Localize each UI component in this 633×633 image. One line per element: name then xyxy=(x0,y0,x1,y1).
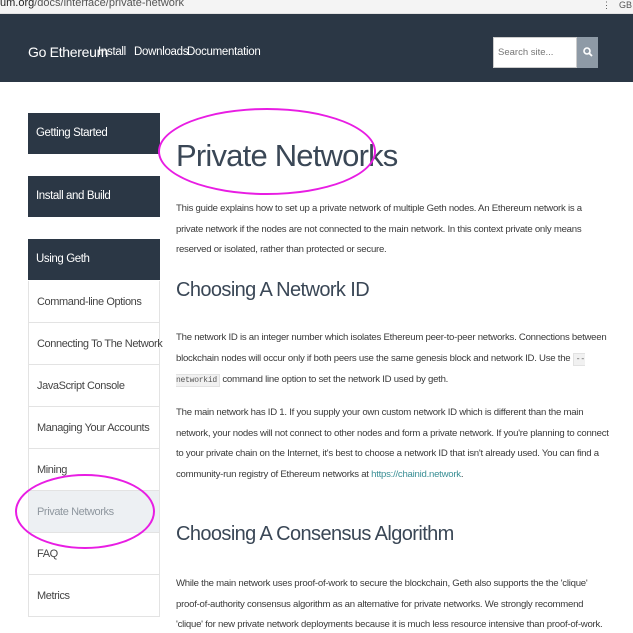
sidebar-item-mining[interactable]: Mining xyxy=(29,449,159,491)
browser-url-bar[interactable]: um.org/docs/interface/private-network ⋮ … xyxy=(0,0,633,14)
sidebar-item-connecting[interactable]: Connecting To The Network xyxy=(29,323,163,365)
sidebar-section-install-build[interactable]: Install and Build xyxy=(28,176,160,217)
sidebar-section-using-geth[interactable]: Using Geth xyxy=(28,239,160,280)
menu-icon[interactable]: ⋮ xyxy=(602,0,611,11)
sidebar-item-managing-accounts[interactable]: Managing Your Accounts xyxy=(29,407,159,449)
brand-logo-link[interactable]: Go Ethereum xyxy=(28,44,108,60)
sidebar-item-command-line-options[interactable]: Command-line Options xyxy=(29,281,159,323)
heading-consensus: Choosing A Consensus Algorithm xyxy=(176,523,454,545)
main-network-paragraph: The main network has ID 1. If you supply… xyxy=(176,407,609,480)
nav-link-install[interactable]: Install xyxy=(98,46,126,58)
sidebar-item-javascript-console[interactable]: JavaScript Console xyxy=(29,365,159,407)
sidebar-section-getting-started[interactable]: Getting Started xyxy=(28,113,160,154)
page-title: Private Networks xyxy=(176,138,398,173)
network-id-paragraph: The network ID is an integer number whic… xyxy=(176,332,607,387)
search-input[interactable] xyxy=(493,37,577,68)
nav-link-downloads[interactable]: Downloads xyxy=(134,46,189,58)
chainid-link[interactable]: https://chainid.network xyxy=(371,469,461,480)
search-icon xyxy=(582,47,593,57)
sidebar-item-private-networks[interactable]: Private Networks xyxy=(29,491,159,533)
consensus-paragraph: While the main network uses proof-of-wor… xyxy=(176,578,603,630)
heading-network-id: Choosing A Network ID xyxy=(176,279,370,301)
search-button[interactable] xyxy=(577,37,598,68)
intro-paragraph: This guide explains how to set up a priv… xyxy=(176,203,582,255)
top-navbar: Go Ethereum Install Downloads Documentat… xyxy=(0,14,633,82)
profile-icon[interactable]: GB xyxy=(619,0,632,10)
sidebar-list: Command-line Options Connecting To The N… xyxy=(28,281,163,617)
sidebar-item-metrics[interactable]: Metrics xyxy=(29,575,159,617)
nav-link-documentation[interactable]: Documentation xyxy=(187,46,261,58)
sidebar-item-faq[interactable]: FAQ xyxy=(29,533,159,575)
url-text[interactable]: um.org/docs/interface/private-network xyxy=(0,0,184,9)
